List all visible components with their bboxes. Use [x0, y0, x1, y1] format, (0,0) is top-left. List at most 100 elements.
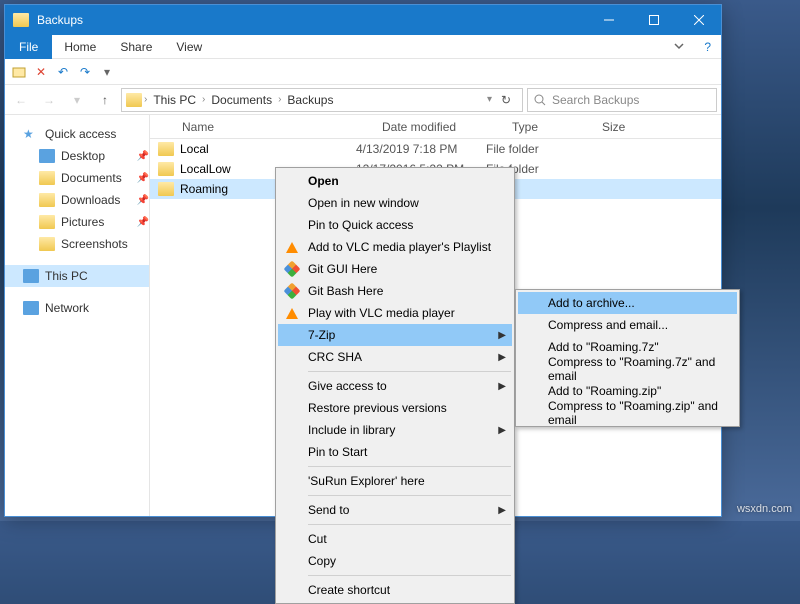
submenu-arrow-icon: ▶ — [498, 381, 506, 392]
submenu-arrow-icon: ▶ — [498, 425, 506, 436]
menu-item-crc-sha[interactable]: CRC SHA▶ — [278, 346, 512, 368]
star-icon: ★ — [23, 127, 39, 141]
sidebar-item-downloads[interactable]: Downloads📌 — [5, 189, 149, 211]
menu-item-git-bash[interactable]: Git Bash Here — [278, 280, 512, 302]
menu-item-create-shortcut[interactable]: Create shortcut — [278, 579, 512, 601]
menu-item-open[interactable]: Open — [278, 170, 512, 192]
folder-icon — [39, 193, 55, 207]
vlc-icon — [284, 305, 300, 321]
folder-icon — [13, 13, 29, 27]
menu-item-surun[interactable]: 'SuRun Explorer' here — [278, 470, 512, 492]
window-title: Backups — [37, 13, 586, 27]
table-row[interactable]: Local 4/13/2019 7:18 PM File folder — [150, 139, 721, 159]
redo-icon[interactable]: ↷ — [77, 64, 93, 80]
context-submenu-7zip: Add to archive... Compress and email... … — [515, 289, 740, 427]
help-icon[interactable]: ? — [694, 40, 721, 54]
nav-up-button[interactable]: ↑ — [93, 88, 117, 112]
column-header-date[interactable]: Date modified — [374, 120, 504, 134]
folder-icon — [39, 215, 55, 229]
close-button[interactable] — [676, 5, 721, 35]
chevron-right-icon[interactable]: › — [202, 94, 205, 105]
folder-icon — [126, 93, 142, 107]
new-folder-icon[interactable] — [11, 64, 27, 80]
tab-view[interactable]: View — [164, 35, 214, 59]
sidebar-item-quick-access[interactable]: ★Quick access — [5, 123, 149, 145]
submenu-arrow-icon: ▶ — [498, 330, 506, 341]
pin-icon: 📌 — [137, 173, 149, 184]
pin-icon: 📌 — [137, 151, 149, 162]
address-history-icon[interactable]: ▾ — [487, 94, 492, 105]
refresh-icon[interactable]: ↻ — [494, 93, 518, 107]
menu-item-vlc-playlist[interactable]: Add to VLC media player's Playlist — [278, 236, 512, 258]
menu-separator — [308, 575, 511, 576]
menu-item-git-gui[interactable]: Git GUI Here — [278, 258, 512, 280]
sidebar-item-network[interactable]: Network — [5, 297, 149, 319]
folder-icon — [158, 142, 174, 156]
menu-item-copy[interactable]: Copy — [278, 550, 512, 572]
undo-icon[interactable]: ↶ — [55, 64, 71, 80]
submenu-item-compress-email[interactable]: Compress and email... — [518, 314, 737, 336]
menu-item-include-library[interactable]: Include in library▶ — [278, 419, 512, 441]
submenu-arrow-icon: ▶ — [498, 352, 506, 363]
pin-icon: 📌 — [137, 217, 149, 228]
menu-item-pin-quick-access[interactable]: Pin to Quick access — [278, 214, 512, 236]
column-headers: Name Date modified Type Size — [150, 115, 721, 139]
nav-back-button[interactable]: ← — [9, 88, 33, 112]
sidebar-item-desktop[interactable]: Desktop📌 — [5, 145, 149, 167]
maximize-button[interactable] — [631, 5, 676, 35]
folder-icon — [158, 162, 174, 176]
titlebar[interactable]: Backups — [5, 5, 721, 35]
ribbon-expand-icon[interactable] — [664, 40, 694, 54]
sidebar-item-documents[interactable]: Documents📌 — [5, 167, 149, 189]
delete-icon[interactable]: ✕ — [33, 64, 49, 80]
submenu-item-add-archive[interactable]: Add to archive... — [518, 292, 737, 314]
submenu-item-compress-zip-email[interactable]: Compress to "Roaming.zip" and email — [518, 402, 737, 424]
sidebar-item-pictures[interactable]: Pictures📌 — [5, 211, 149, 233]
menu-item-restore-previous[interactable]: Restore previous versions — [278, 397, 512, 419]
tab-share[interactable]: Share — [108, 35, 164, 59]
folder-icon — [39, 237, 55, 251]
breadcrumb-documents[interactable]: Documents — [207, 93, 276, 107]
navigation-pane: ★Quick access Desktop📌 Documents📌 Downlo… — [5, 115, 150, 516]
menu-item-vlc-play[interactable]: Play with VLC media player — [278, 302, 512, 324]
menu-separator — [308, 466, 511, 467]
menu-item-open-new-window[interactable]: Open in new window — [278, 192, 512, 214]
watermark: wsxdn.com — [737, 503, 792, 515]
submenu-arrow-icon: ▶ — [498, 505, 506, 516]
search-input[interactable]: Search Backups — [527, 88, 717, 112]
breadcrumb-backups[interactable]: Backups — [283, 93, 337, 107]
chevron-right-icon[interactable]: › — [144, 94, 147, 105]
nav-recent-button[interactable]: ▾ — [65, 88, 89, 112]
chevron-right-icon[interactable]: › — [278, 94, 281, 105]
search-icon — [534, 94, 546, 106]
context-menu: Open Open in new window Pin to Quick acc… — [275, 167, 515, 604]
menu-item-give-access[interactable]: Give access to▶ — [278, 375, 512, 397]
menu-item-cut[interactable]: Cut — [278, 528, 512, 550]
submenu-item-compress-7z-email[interactable]: Compress to "Roaming.7z" and email — [518, 358, 737, 380]
folder-icon — [158, 182, 174, 196]
column-header-name[interactable]: Name — [174, 120, 374, 134]
menu-item-7zip[interactable]: 7-Zip▶ — [278, 324, 512, 346]
address-bar[interactable]: › This PC › Documents › Backups ▾ ↻ — [121, 88, 523, 112]
menu-separator — [308, 495, 511, 496]
pc-icon — [23, 269, 39, 283]
git-icon — [284, 261, 300, 277]
column-header-size[interactable]: Size — [594, 120, 664, 134]
sidebar-item-this-pc[interactable]: This PC — [5, 265, 149, 287]
qat-chevron-icon[interactable]: ▾ — [99, 64, 115, 80]
git-icon — [284, 283, 300, 299]
nav-forward-button[interactable]: → — [37, 88, 61, 112]
menu-item-send-to[interactable]: Send to▶ — [278, 499, 512, 521]
desktop-icon — [39, 149, 55, 163]
column-header-type[interactable]: Type — [504, 120, 594, 134]
menu-item-pin-start[interactable]: Pin to Start — [278, 441, 512, 463]
tab-file[interactable]: File — [5, 35, 52, 59]
address-row: ← → ▾ ↑ › This PC › Documents › Backups … — [5, 85, 721, 115]
sidebar-item-screenshots[interactable]: Screenshots — [5, 233, 149, 255]
minimize-button[interactable] — [586, 5, 631, 35]
breadcrumb-this-pc[interactable]: This PC — [149, 93, 200, 107]
menu-separator — [308, 524, 511, 525]
pin-icon: 📌 — [137, 195, 149, 206]
search-placeholder: Search Backups — [552, 93, 639, 107]
tab-home[interactable]: Home — [52, 35, 108, 59]
